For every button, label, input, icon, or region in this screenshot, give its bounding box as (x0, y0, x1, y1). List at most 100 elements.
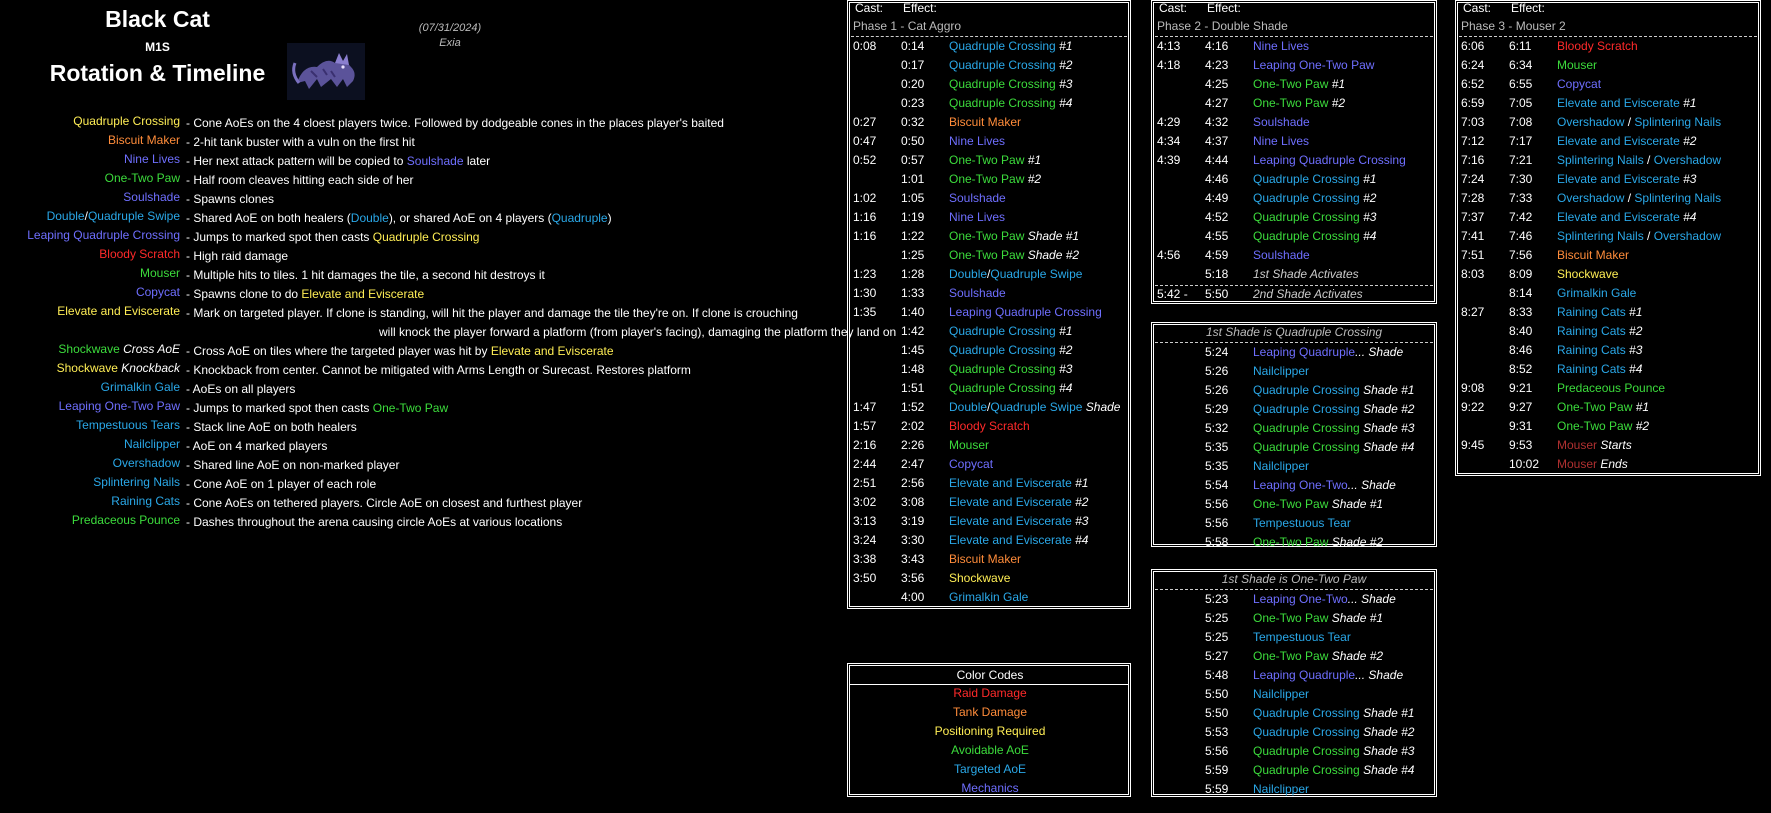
glossary-desc: - Half room cleaves hitting each side of… (186, 171, 826, 190)
text-run: Quadruple (551, 211, 608, 225)
timeline-row: 7:41 7:46 Splintering Nails / Overshadow (1461, 229, 1755, 248)
text-run: Shade #2 (1331, 535, 1384, 549)
glossary-term: Nine Lives (0, 152, 180, 166)
ability-name: Elevate and Eviscerate #1 (1557, 96, 1696, 110)
text-run: Tempestuous Tears (76, 418, 180, 432)
text-run: #2 (1059, 58, 1073, 72)
timeline-row: 4:34 4:37 Nine Lives (1157, 134, 1431, 153)
effect-time: 0:57 (901, 153, 925, 167)
cast-time: 0:47 (853, 134, 877, 148)
text-run: Quadruple Crossing (1253, 421, 1364, 435)
timeline-row: 7:28 7:33 Overshadow / Splintering Nails (1461, 191, 1755, 210)
cast-time: 6:24 (1461, 58, 1485, 72)
text-run: #2 (1683, 134, 1697, 148)
text-run: Elevate and Eviscerate (490, 344, 614, 358)
glossary-desc: - Shared AoE on both healers (Double), o… (186, 209, 826, 228)
ability-name: One-Two Paw Shade #1 (1253, 497, 1383, 511)
text-run: Biscuit Maker (1557, 248, 1630, 262)
timeline-row: 1:16 1:19 Nine Lives (853, 210, 1125, 229)
text-run: Ends (1600, 457, 1628, 471)
cast-header: Cast: (855, 1, 884, 15)
glossary-term: Overshadow (0, 456, 180, 470)
timeline-row: 5:26 Quadruple Crossing Shade #1 (1157, 383, 1431, 402)
text-run: #4 (1059, 381, 1073, 395)
cast-time: 4:39 (1157, 153, 1181, 167)
text-run: - Spawns clones (186, 192, 275, 206)
ability-name: Mouser (949, 438, 989, 452)
text-run: One-Two Paw (1253, 649, 1332, 663)
timeline-row: 0:20 Quadruple Crossing #3 (853, 77, 1125, 96)
cast-time: 1:57 (853, 419, 877, 433)
effect-time: 3:56 (901, 571, 925, 585)
glossary-row: Grimalkin Gale - AoEs on all players (0, 380, 830, 399)
glossary-row: Predaceous Pounce - Dashes throughout the… (0, 513, 830, 532)
text-run: #1 (1331, 77, 1346, 91)
glossary-term: Tempestuous Tears (0, 418, 180, 432)
glossary-term: Elevate and Eviscerate (0, 304, 180, 318)
effect-time: 8:40 (1509, 324, 1533, 338)
legend-item: Positioning Required (934, 724, 1046, 738)
timeline-row: 5:29 Quadruple Crossing Shade #2 (1157, 402, 1431, 421)
text-run: One-Two Paw (1253, 77, 1332, 91)
ability-name: Bloody Scratch (1557, 39, 1638, 53)
timeline-row: 5:25 Tempestuous Tear (1157, 630, 1431, 649)
glossary-row: Mouser - Multiple hits to tiles. 1 hit da… (0, 266, 830, 285)
timeline-row: 3:50 3:56 Shockwave (853, 571, 1125, 590)
table-title: 1st Shade is Quadruple Crossing (1205, 325, 1383, 339)
text-run: Shade (1085, 400, 1121, 414)
timeline-row: 5:56 One-Two Paw Shade #1 (1157, 497, 1431, 516)
ability-name: Shockwave (1557, 267, 1618, 281)
effect-time: 8:09 (1509, 267, 1533, 281)
text-run: Quadruple Crossing (949, 77, 1060, 91)
text-run: Nailclipper (1253, 687, 1310, 701)
effect-time: 5:59 (1205, 763, 1229, 777)
effect-time: 1:40 (901, 305, 925, 319)
cast-time: 4:18 (1157, 58, 1181, 72)
timeline-row: 0:17 Quadruple Crossing #2 (853, 58, 1125, 77)
text-run: Elevate and Eviscerate (949, 476, 1076, 490)
ability-name: Shockwave (949, 571, 1010, 585)
timeline-row: 4:49 Quadruple Crossing #2 (1157, 191, 1431, 210)
text-run: / (1643, 153, 1654, 167)
text-run: ... Shade (1355, 345, 1404, 359)
ability-name: Quadruple Crossing Shade #1 (1253, 706, 1414, 720)
glossary-desc-cont: will knock the player forward a platform… (379, 325, 897, 339)
effect-time: 8:14 (1509, 286, 1533, 300)
ability-name: Tempestuous Tear (1253, 630, 1351, 644)
text-run: Quadruple Crossing (1253, 725, 1364, 739)
glossary-row: Shockwave Knockback - Knockback from cent… (0, 361, 830, 380)
text-run: Quadruple Crossing (1253, 402, 1364, 416)
effect-time: 4:44 (1205, 153, 1229, 167)
timeline-row: 5:56 Tempestuous Tear (1157, 516, 1431, 535)
text-run: - High raid damage (186, 249, 289, 263)
text-run: Copycat (949, 457, 994, 471)
text-run: Elevate and Eviscerate (949, 495, 1076, 509)
effect-time: 5:26 (1205, 364, 1229, 378)
ability-name: Copycat (949, 457, 993, 471)
timeline-row: 8:27 8:33 Raining Cats #1 (1461, 305, 1755, 324)
cast-time: 6:06 (1461, 39, 1485, 53)
glossary-desc: - Multiple hits to tiles. 1 hit damages … (186, 266, 826, 285)
ability-name: Mouser Starts (1557, 438, 1632, 452)
text-run: Knockback (121, 361, 180, 375)
ability-name: One-Two Paw Shade #2 (1253, 535, 1383, 549)
timeline-row: 0:47 0:50 Nine Lives (853, 134, 1125, 153)
effect-time: 1:52 (901, 400, 925, 414)
text-run: - Shared line AoE on non-marked player (186, 458, 400, 472)
timeline-row: 5:25 One-Two Paw Shade #1 (1157, 611, 1431, 630)
text-run: Quadruple Crossing (949, 96, 1060, 110)
ability-name: 1st Shade Activates (1253, 267, 1359, 281)
timeline-row: 5:53 Quadruple Crossing Shade #2 (1157, 725, 1431, 744)
cast-time: 9:22 (1461, 400, 1485, 414)
ability-name: Double/Quadruple Swipe (949, 267, 1082, 281)
text-run: Bloody Scratch (99, 247, 180, 261)
ability-name: Nailclipper (1253, 782, 1309, 796)
timeline-row: 5:59 Nailclipper (1157, 782, 1431, 801)
text-run: Quadruple Crossing (949, 39, 1060, 53)
effect-time: 1:28 (901, 267, 925, 281)
ability-name: Quadruple Crossing #2 (949, 58, 1072, 72)
ability-name: Quadruple Crossing Shade #2 (1253, 725, 1414, 739)
glossary-row: Double/Quadruple Swipe - Shared AoE on bo… (0, 209, 830, 228)
text-run: - Cross AoE on tiles where the targeted … (186, 344, 491, 358)
glossary-row: Shockwave Cross AoE - Cross AoE on tiles … (0, 342, 830, 361)
